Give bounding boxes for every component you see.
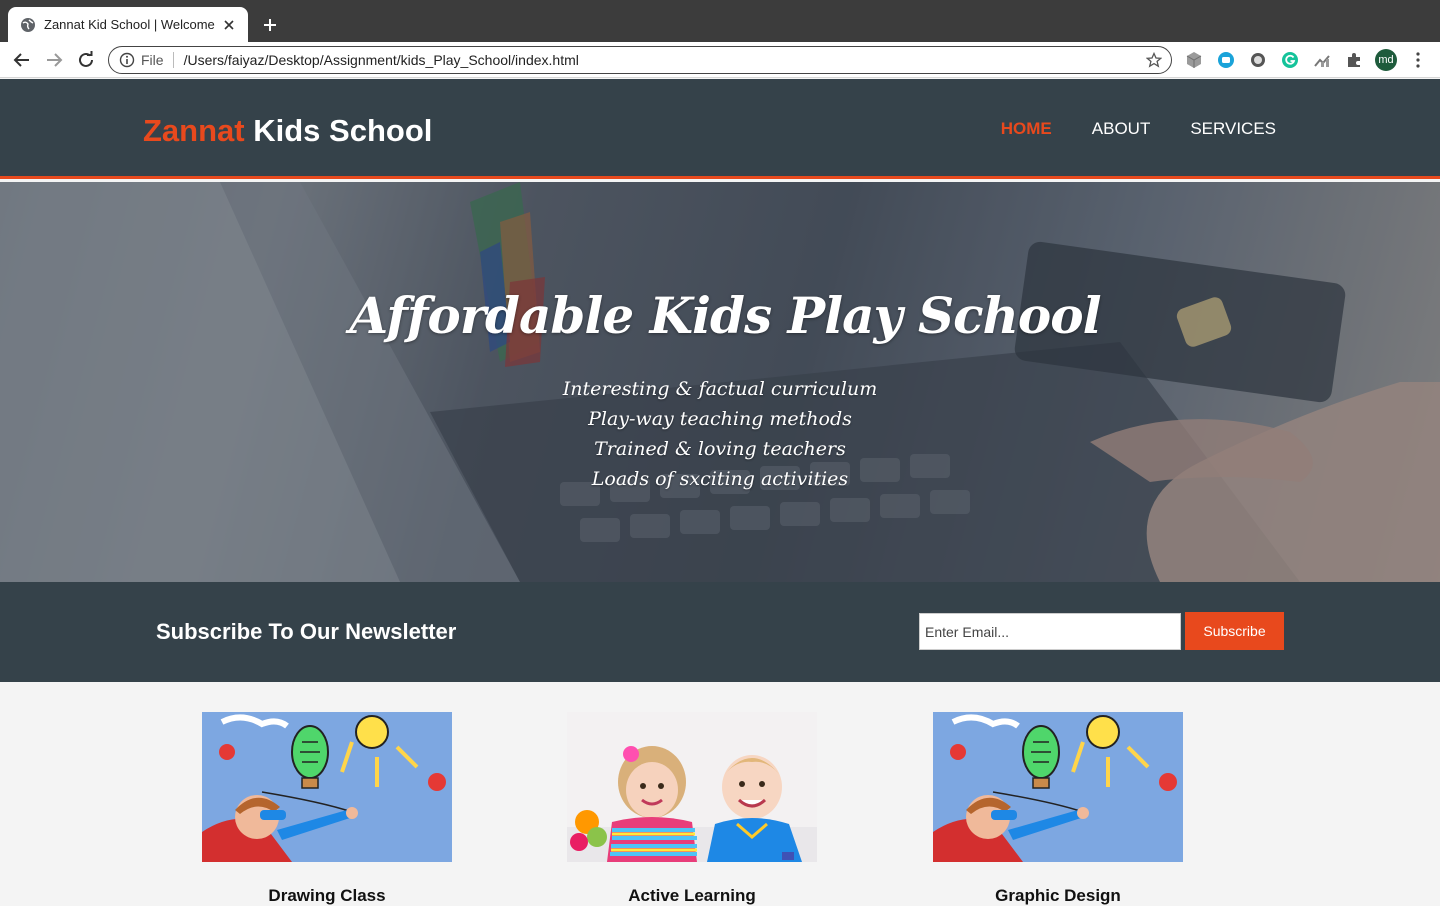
reload-icon[interactable] bbox=[74, 48, 98, 72]
puzzle-icon[interactable] bbox=[1344, 50, 1364, 70]
record-extension-icon[interactable] bbox=[1216, 50, 1236, 70]
main-nav: Home About Services bbox=[1001, 119, 1276, 139]
newsletter-heading: Subscribe To Our Newsletter bbox=[156, 619, 457, 644]
profile-avatar[interactable]: md bbox=[1375, 49, 1397, 71]
hero-feature-item: Loads of sxciting activities bbox=[591, 468, 849, 490]
site-header: Zannat Kids School Home About Services bbox=[0, 79, 1440, 179]
active-learning-image bbox=[567, 712, 817, 862]
globe-icon bbox=[20, 17, 36, 33]
address-bar[interactable]: File /Users/faiyaz/Desktop/Assignment/ki… bbox=[108, 46, 1172, 74]
nav-services[interactable]: Services bbox=[1190, 119, 1276, 139]
back-arrow-icon[interactable] bbox=[10, 48, 34, 72]
hero-feature-list: Interesting & factual curriculum Play-wa… bbox=[0, 374, 1440, 494]
url-divider bbox=[172, 52, 174, 68]
feature-box: Active Learning bbox=[567, 712, 817, 906]
feature-box: Drawing Class bbox=[202, 712, 452, 906]
hero-feature-item: Trained & loving teachers bbox=[594, 438, 846, 460]
cube-extension-icon[interactable] bbox=[1184, 50, 1204, 70]
browser-tab-strip: Zannat Kid School | Welcome bbox=[0, 0, 1440, 42]
feature-boxes: Drawing Class Active Learning Graphic De… bbox=[0, 682, 1440, 905]
kebab-menu-icon[interactable] bbox=[1408, 50, 1428, 70]
hero-showcase: Affordable Kids Play School Interesting … bbox=[0, 182, 1440, 582]
close-icon[interactable] bbox=[220, 16, 238, 34]
hero-feature-item: Interesting & factual curriculum bbox=[562, 378, 878, 400]
nav-home[interactable]: Home bbox=[1001, 119, 1052, 139]
url-text[interactable]: /Users/faiyaz/Desktop/Assignment/kids_Pl… bbox=[184, 52, 1145, 68]
site-logo[interactable]: Zannat Kids School bbox=[143, 113, 432, 149]
hero-feature-item: Play-way teaching methods bbox=[588, 408, 852, 430]
grammarly-extension-icon[interactable] bbox=[1280, 50, 1300, 70]
subscribe-button[interactable]: Subscribe bbox=[1185, 612, 1284, 650]
browser-toolbar: File /Users/faiyaz/Desktop/Assignment/ki… bbox=[0, 42, 1440, 78]
hero-title: Affordable Kids Play School bbox=[349, 286, 1101, 345]
feature-box: Graphic Design bbox=[933, 712, 1183, 906]
drawing-class-image bbox=[202, 712, 452, 862]
graphic-design-image bbox=[933, 712, 1183, 862]
feature-box-title: Active Learning bbox=[628, 886, 756, 905]
browser-tab[interactable]: Zannat Kid School | Welcome bbox=[8, 7, 248, 42]
tab-title: Zannat Kid School | Welcome bbox=[44, 17, 215, 32]
newsletter-section: Subscribe To Our Newsletter Subscribe bbox=[0, 582, 1440, 682]
forward-arrow-icon[interactable] bbox=[42, 48, 66, 72]
logo-text: Kids School bbox=[244, 113, 433, 148]
feature-box-title: Drawing Class bbox=[268, 886, 386, 905]
star-icon[interactable] bbox=[1145, 51, 1163, 69]
logo-highlight: Zannat bbox=[143, 113, 245, 148]
nav-about[interactable]: About bbox=[1092, 119, 1151, 139]
info-icon[interactable] bbox=[119, 52, 135, 68]
chart-extension-icon[interactable] bbox=[1312, 50, 1332, 70]
circle-extension-icon[interactable] bbox=[1248, 50, 1268, 70]
url-scheme-label: File bbox=[141, 52, 164, 68]
email-input[interactable] bbox=[919, 613, 1181, 650]
plus-icon[interactable] bbox=[258, 13, 282, 37]
feature-box-title: Graphic Design bbox=[995, 886, 1121, 905]
